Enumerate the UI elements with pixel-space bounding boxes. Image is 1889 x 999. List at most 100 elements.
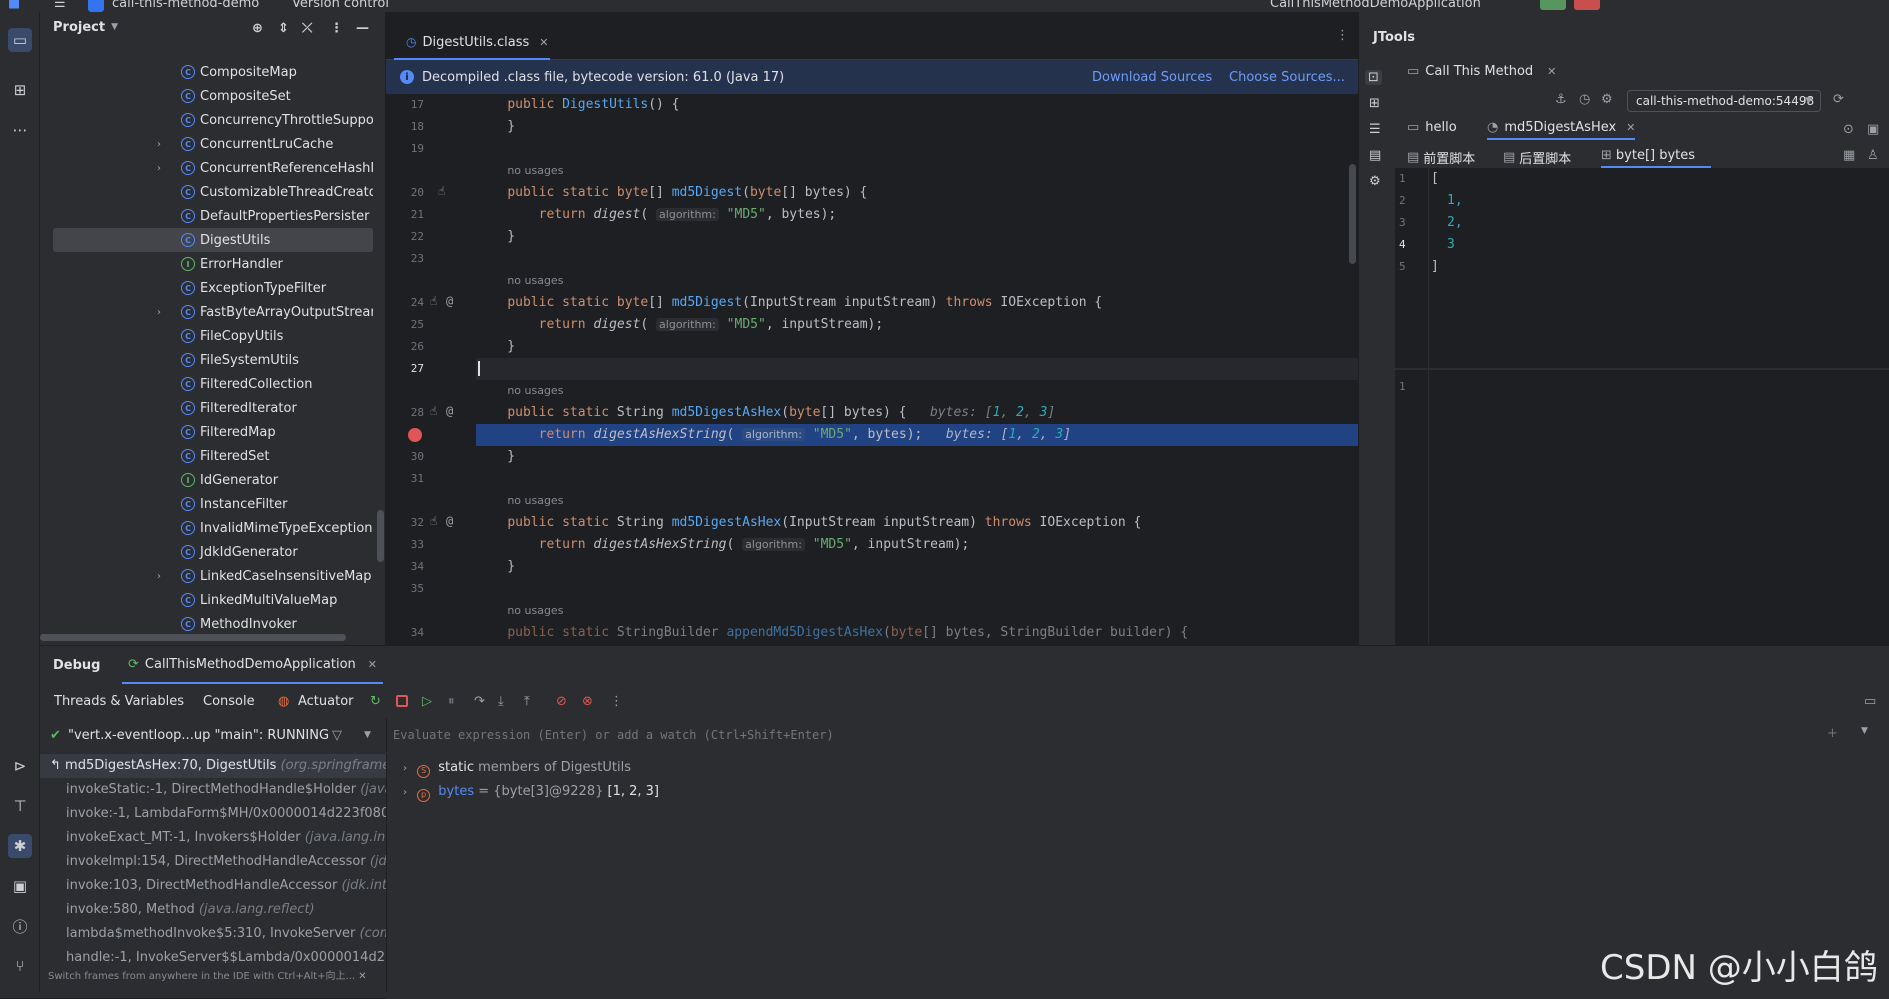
post-script-tab[interactable]: ▤ 后置脚本 [1503,148,1571,167]
editor-scrollbar[interactable] [1349,164,1356,264]
project-tree-item[interactable]: C InstanceFilter [53,492,373,516]
structure-icon[interactable]: ⊞ [8,78,32,102]
thread-selector[interactable]: ✔ "vert.x-eventloop...up "main": RUNNING… [40,718,386,752]
project-tree-item[interactable]: C CustomizableThreadCreator [53,180,373,204]
rerun-icon[interactable]: ↻ [370,694,381,709]
project-tree-item[interactable]: C ConcurrencyThrottleSupport [53,108,373,132]
history-icon[interactable]: ◷ [1579,92,1590,107]
project-panel-title[interactable]: Project [53,20,105,35]
call-method-icon[interactable]: ⊡ [1365,70,1382,85]
sliders-icon[interactable]: ☰ [1369,122,1381,137]
close-icon[interactable]: ✕ [368,658,377,671]
project-tree-item[interactable]: C DefaultPropertiesPersister [53,204,373,228]
chevron-down-icon[interactable]: ▼ [111,22,118,32]
git-icon[interactable]: ⑂ [8,954,32,978]
chevron-right-icon[interactable]: › [157,571,161,582]
project-tree-item[interactable]: C InvalidMimeTypeException [53,516,373,540]
breakpoint-icon[interactable] [408,428,422,442]
method-tab-hello[interactable]: ▭ hello [1407,120,1457,135]
project-tree-item[interactable]: I ErrorHandler [53,252,373,276]
at-gutter-icon[interactable]: @ [446,294,453,308]
stack-frame[interactable]: invoke:580, Method (java.lang.reflect) [40,898,386,922]
project-tree-item[interactable]: C FileCopyUtils [53,324,373,348]
view-breakpoints-icon[interactable]: ⊘ [556,694,567,709]
step-over-icon[interactable]: ↷ [474,694,485,709]
connection-select[interactable]: call-this-method-demo:54498 ▼ [1627,90,1821,112]
project-tree-item[interactable]: C MethodInvoker [53,612,373,636]
gear-icon[interactable]: ⚙ [1369,174,1381,189]
project-tree-item[interactable]: › C FastByteArrayOutputStream [53,300,373,324]
project-scrollbar[interactable] [377,510,384,562]
run-gutter-icon[interactable]: ☝ [430,404,437,418]
run-gutter-icon[interactable]: ☝ [430,514,437,528]
project-switcher[interactable]: call-this-method-demo [112,0,259,11]
stack-frame[interactable]: invoke:-1, LambdaForm$MH/0x0000014d223f0… [40,802,386,826]
list-icon[interactable]: ▤ [1369,148,1381,163]
project-tree-item[interactable]: › C ConcurrentReferenceHashMap [53,156,373,180]
tab-threads-variables[interactable]: Threads & Variables [54,694,184,709]
stack-frame[interactable]: invokeExact_MT:-1, Invokers$Holder (java… [40,826,386,850]
stack-frame[interactable]: lambda$methodInvoke$5:310, InvokeServer … [40,922,386,946]
result-editor[interactable]: 1 [1395,370,1889,645]
close-icon[interactable]: ✕ [1626,121,1635,134]
pre-script-tab[interactable]: ▤ 前置脚本 [1407,148,1475,167]
tab-digestutils[interactable]: ◷ DigestUtils.class ✕ [394,26,550,60]
project-tree-item[interactable]: C CompositeMap [53,60,373,84]
chevron-down-icon[interactable]: ▼ [364,730,371,740]
project-tree-item[interactable]: C JdkIdGenerator [53,540,373,564]
debug-button[interactable] [1540,0,1566,10]
project-tree-item[interactable]: C ExceptionTypeFilter [53,276,373,300]
chevron-right-icon[interactable]: › [157,307,161,318]
more-tools-icon[interactable]: ⋯ [8,118,32,142]
debug-session-tab[interactable]: ⟳ CallThisMethodDemoApplication ✕ [122,646,383,684]
params-json-editor[interactable]: 1 [2 1, 3 2, 4 3 5] [1395,168,1889,368]
chevron-down-icon[interactable]: ▼ [1861,726,1868,736]
project-tree-item[interactable]: C DigestUtils [53,228,373,252]
bytes-variable-row[interactable]: › p bytes = {byte[3]@9228} [1, 2, 3] [403,780,659,804]
project-hscrollbar[interactable] [40,634,346,641]
mute-breakpoints-icon[interactable]: ⊗ [582,694,593,709]
run-gutter-icon[interactable]: ☝ [438,184,445,198]
format-icon[interactable]: ▦ [1843,148,1855,163]
step-into-icon[interactable]: ⤓ [498,694,504,709]
bytes-param-tab[interactable]: ⊞ byte[] bytes [1601,148,1711,168]
window-icon[interactable]: ▣ [1867,122,1879,137]
filter-icon[interactable]: ▽ [332,728,342,743]
step-out-icon[interactable]: ⤒ [524,694,530,709]
settings-icon[interactable]: ⚙ [1601,92,1613,107]
hook-icon[interactable]: ⚓ [1555,92,1567,107]
chevron-right-icon[interactable]: › [157,163,161,174]
code-view[interactable]: 17 18 19 20 21 22 23 24 25 26 27 28 30 31 32 33 34 35 34 p… [386,94,1358,645]
at-gutter-icon[interactable]: @ [446,514,453,528]
run-gutter-icon[interactable]: ☝ [430,294,437,308]
stack-frame[interactable]: invokeImpl:154, DirectMethodHandleAccess… [40,850,386,874]
static-members-row[interactable]: › S static members of DigestUtils [403,756,631,780]
stack-frame[interactable]: invoke:103, DirectMethodHandleAccessor (… [40,874,386,898]
stack-frame[interactable]: invokeStatic:-1, DirectMethodHandle$Hold… [40,778,386,802]
tab-console[interactable]: Console [203,694,255,709]
target-icon[interactable]: ⊙ [1843,122,1854,137]
chevron-right-icon[interactable]: › [403,787,407,798]
method-tab-md5digestashex[interactable]: ◔ md5DigestAsHex ✕ [1487,120,1636,140]
terminal-icon[interactable]: ▣ [8,874,32,898]
chevron-right-icon[interactable]: › [157,139,161,150]
tab-options-icon[interactable]: ⋮ [1336,28,1349,43]
project-tree-item[interactable]: C FilteredIterator [53,396,373,420]
close-icon[interactable]: ✕ [539,36,548,49]
locate-icon[interactable]: ⊕ [252,21,263,36]
project-tree-item[interactable]: C CompositeSet [53,84,373,108]
main-menu-icon[interactable]: ☰ [54,0,66,11]
options-icon[interactable]: ⋮ [330,21,343,36]
project-tree-item[interactable]: C LinkedMultiValueMap [53,588,373,612]
close-icon[interactable]: ✕ [1547,65,1556,78]
vcs-menu[interactable]: Version control [292,0,389,11]
run-config-selector[interactable]: CallThisMethodDemoApplication [1270,0,1481,11]
choose-sources-link[interactable]: Choose Sources... [1229,70,1345,85]
project-tree-item[interactable]: C FilteredSet [53,444,373,468]
chevron-right-icon[interactable]: › [403,763,407,774]
project-tree-item[interactable]: C FileSystemUtils [53,348,373,372]
pause-icon[interactable]: ⏸ [448,694,455,709]
problems-icon[interactable]: ⓘ [8,914,32,938]
stop-icon[interactable] [396,695,408,707]
project-tree-item[interactable]: C FilteredMap [53,420,373,444]
